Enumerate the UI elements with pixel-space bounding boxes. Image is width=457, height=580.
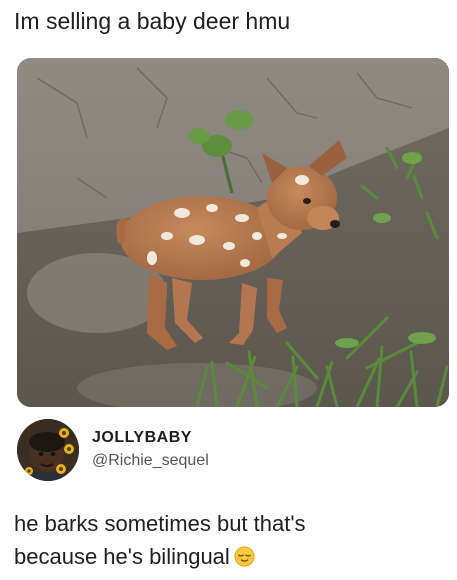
reply-text-line-2-words: because he's bilingual [14,544,230,569]
profile-avatar[interactable] [17,419,79,481]
avatar-icon [17,419,79,481]
relieved-face-emoji-icon [234,546,255,567]
reply-text-line-1: he barks sometimes but that's [14,511,306,536]
reply-text: he barks sometimes but that's because he… [14,507,444,573]
puppy-photo-image [17,58,449,407]
reply-text-line-2: because he's bilingual [14,540,444,573]
author-name[interactable]: JOLLYBABY [92,429,192,447]
reply-author: JOLLYBABY @Richie_sequel [17,419,437,481]
puppy-photo[interactable] [17,58,449,407]
post-caption: Im selling a baby deer hmu [14,8,291,34]
author-handle[interactable]: @Richie_sequel [92,452,209,470]
